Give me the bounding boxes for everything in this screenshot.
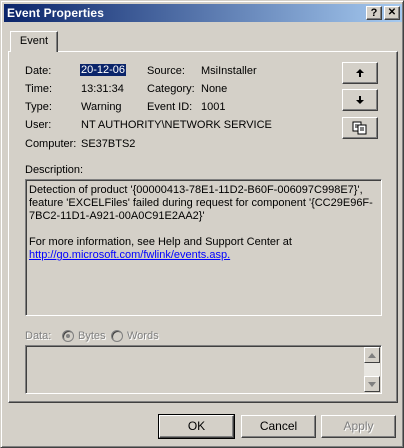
- copy-button[interactable]: [342, 117, 378, 139]
- scroll-up-icon: [368, 352, 376, 358]
- event-id-value: 1001: [201, 101, 226, 113]
- date-label: Date:: [25, 65, 52, 77]
- description-line: Detection of product '{00000413-78E1-11D…: [29, 184, 363, 196]
- previous-event-button[interactable]: [342, 62, 378, 84]
- ok-button[interactable]: OK: [158, 414, 235, 439]
- source-value: MsiInstaller: [201, 65, 257, 77]
- type-label: Type:: [25, 101, 52, 113]
- description-box[interactable]: Detection of product '{00000413-78E1-11D…: [25, 179, 382, 316]
- computer-label: Computer:: [25, 138, 77, 150]
- data-box[interactable]: [25, 345, 382, 394]
- description-line: feature 'EXCELFiles' failed during reque…: [29, 197, 373, 209]
- user-value: NT AUTHORITY\NETWORK SERVICE: [81, 119, 272, 131]
- copy-icon: [352, 121, 367, 135]
- next-event-button[interactable]: [342, 89, 378, 111]
- tab-event[interactable]: Event: [10, 31, 58, 52]
- apply-button[interactable]: Apply: [321, 415, 396, 438]
- scroll-up-button[interactable]: [364, 347, 380, 363]
- title-bar[interactable]: Event Properties ? ✕: [4, 4, 402, 22]
- description-spacer: [29, 223, 378, 236]
- description-line: 7BC2-11D1-A921-00A0C91E2AA2}': [29, 210, 205, 222]
- time-label: Time:: [25, 83, 53, 95]
- words-label: Words: [127, 330, 159, 342]
- help-center-link[interactable]: http://go.microsoft.com/fwlink/events.as…: [29, 249, 230, 261]
- time-value: 13:31:34: [81, 83, 124, 95]
- bytes-label: Bytes: [78, 330, 106, 342]
- event-properties-window: Event Properties ? ✕ Event Date: 20-12-0…: [0, 0, 404, 448]
- category-label: Category:: [147, 83, 195, 95]
- data-label: Data:: [25, 330, 52, 342]
- radio-dot: [66, 334, 70, 338]
- close-button[interactable]: ✕: [384, 6, 400, 20]
- arrow-up-icon: [356, 69, 364, 77]
- data-scrollbar[interactable]: [364, 347, 380, 392]
- scroll-down-icon: [368, 381, 376, 387]
- words-radio[interactable]: [111, 330, 123, 342]
- help-button[interactable]: ?: [366, 6, 382, 20]
- description-label: Description:: [25, 164, 84, 176]
- description-line: For more information, see Help and Suppo…: [29, 236, 292, 248]
- user-label: User:: [25, 119, 52, 131]
- date-value[interactable]: 20-12-06: [80, 64, 127, 76]
- cancel-button[interactable]: Cancel: [241, 415, 316, 438]
- computer-value: SE37BTS2: [81, 138, 136, 150]
- arrow-down-icon: [356, 96, 364, 104]
- category-value: None: [201, 83, 228, 95]
- type-value: Warning: [81, 101, 122, 113]
- source-label: Source:: [147, 65, 185, 77]
- bytes-radio[interactable]: [62, 330, 74, 342]
- window-title: Event Properties: [7, 6, 104, 20]
- scroll-down-button[interactable]: [364, 376, 380, 392]
- event-id-label: Event ID:: [147, 101, 193, 113]
